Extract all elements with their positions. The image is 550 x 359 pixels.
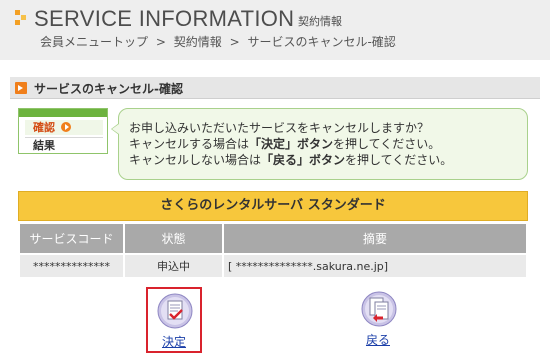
decide-button-label[interactable]: 決定	[148, 333, 200, 350]
table-row: ************** 申込中 [ **************.saku…	[20, 255, 526, 277]
breadcrumb-item-contract-info[interactable]: 契約情報	[174, 35, 222, 49]
step-indicator-header	[19, 109, 107, 117]
orange-square-mark-icon	[15, 10, 27, 28]
checked-document-icon	[157, 293, 193, 329]
page-header: SERVICE INFORMATION 契約情報 会員メニュートップ > 契約情…	[0, 0, 550, 60]
back-button[interactable]: 戻る	[350, 287, 406, 353]
breadcrumb-separator: >	[229, 35, 240, 49]
step-result: 結果	[25, 137, 103, 152]
page-title: SERVICE INFORMATION	[34, 6, 295, 31]
decide-button[interactable]: 決定	[146, 287, 202, 353]
breadcrumb-item-current: サービスのキャンセル-確認	[247, 35, 396, 49]
status-cell: 申込中	[125, 255, 222, 277]
message-line-3: キャンセルしない場合は「戻る」ボタンを押してください。	[129, 153, 453, 167]
summary-cell: [ **************.sakura.ne.jp]	[224, 255, 526, 277]
service-table: サービスコード 状態 摘要 ************** 申込中 [ *****…	[18, 222, 528, 279]
orange-arrow-bullet-icon	[15, 82, 27, 94]
table-header-row: サービスコード 状態 摘要	[20, 224, 526, 253]
step-indicator: 確認 結果	[18, 108, 108, 154]
orange-circle-arrow-icon	[61, 122, 71, 132]
step-result-label: 結果	[33, 139, 55, 152]
column-header-status: 状態	[125, 224, 222, 253]
step-confirm: 確認	[25, 120, 103, 135]
step-confirm-label: 確認	[33, 121, 55, 134]
section-title: サービスのキャンセル-確認	[34, 82, 183, 96]
message-line-2: キャンセルする場合は「決定」ボタンを押してください。	[129, 137, 441, 151]
back-button-label[interactable]: 戻る	[350, 331, 406, 348]
section-title-bar: サービスのキャンセル-確認	[10, 77, 540, 99]
service-name-header: さくらのレンタルサーバ スタンダード	[18, 191, 528, 221]
column-header-service-code: サービスコード	[20, 224, 123, 253]
breadcrumb-item-member-menu-top[interactable]: 会員メニュートップ	[40, 35, 148, 49]
service-code-cell: **************	[20, 255, 123, 277]
message-line-1: お申し込みいただいたサービスをキャンセルしますか？	[129, 121, 430, 135]
balloon-tail	[111, 123, 119, 135]
column-header-summary: 摘要	[224, 224, 526, 253]
page-subtitle: 契約情報	[298, 15, 342, 28]
breadcrumb-separator: >	[155, 35, 166, 49]
return-document-icon	[361, 291, 397, 327]
confirmation-message: お申し込みいただいたサービスをキャンセルしますか？ キャンセルする場合は「決定」…	[111, 108, 528, 180]
breadcrumb: 会員メニュートップ > 契約情報 > サービスのキャンセル-確認	[40, 33, 400, 50]
